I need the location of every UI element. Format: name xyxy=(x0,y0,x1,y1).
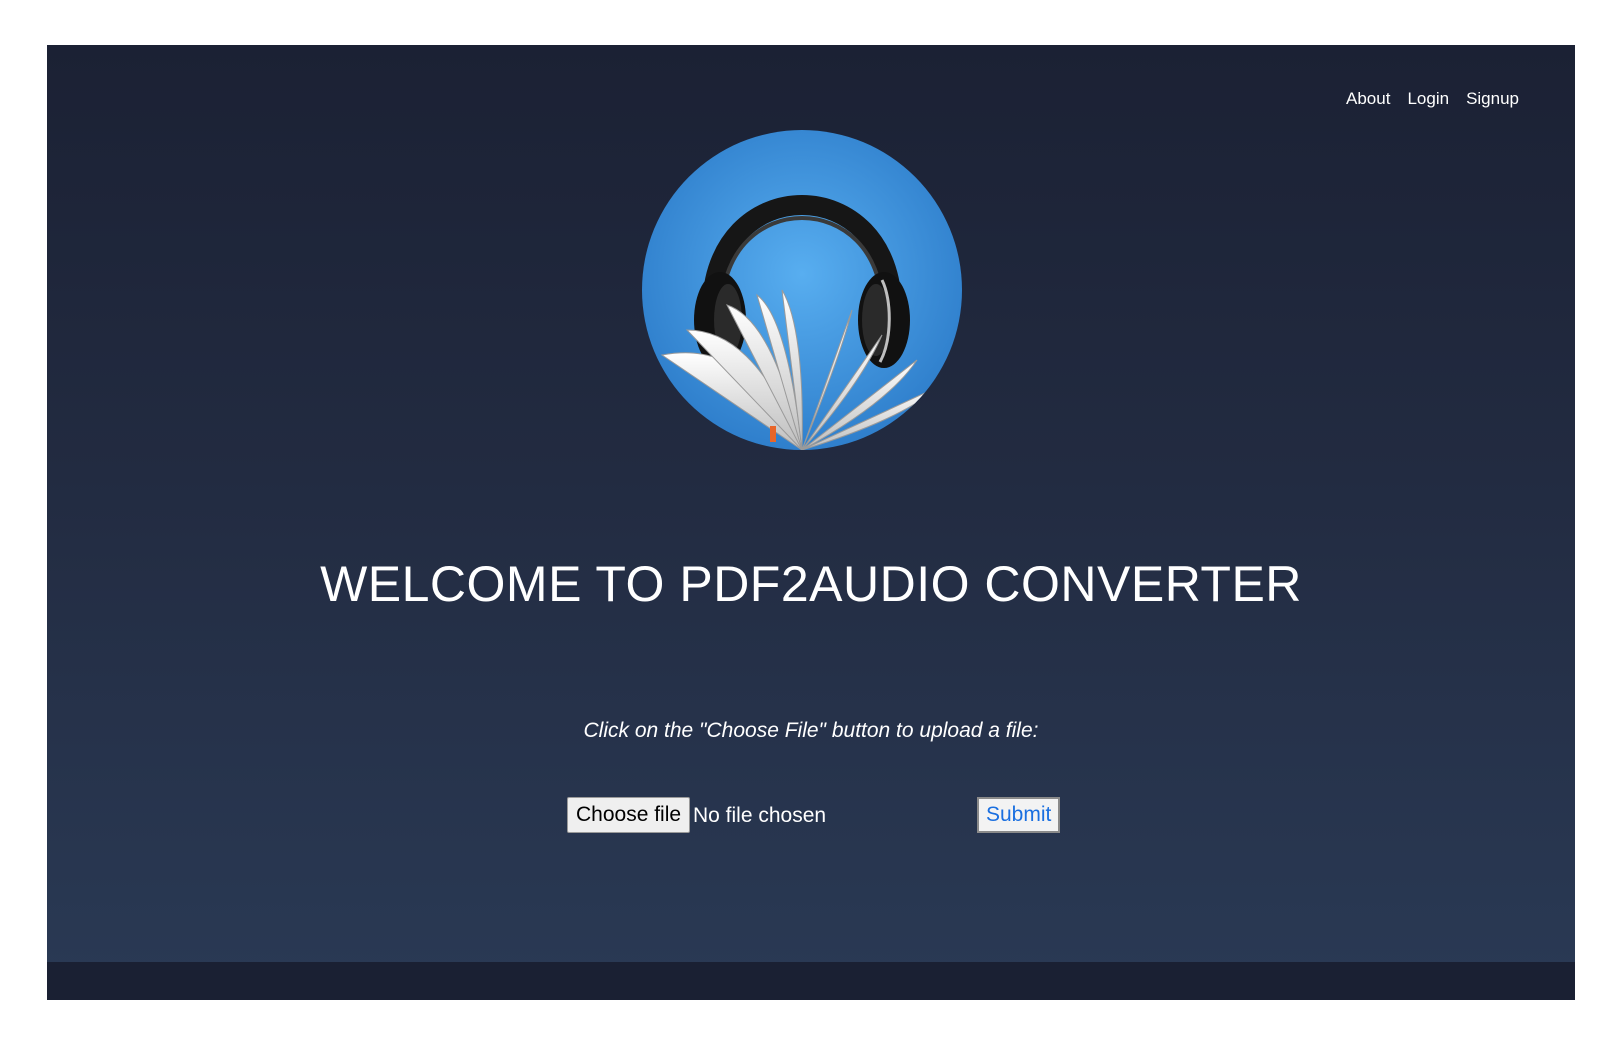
top-nav: About Login Signup xyxy=(1346,89,1519,109)
upload-form: Choose file No file chosen Submit xyxy=(567,797,1067,835)
choose-file-button[interactable]: Choose file xyxy=(567,797,691,833)
page-title: WELCOME TO PDF2AUDIO CONVERTER xyxy=(320,556,1302,612)
submit-button[interactable]: Submit xyxy=(977,797,1061,833)
nav-signup-link[interactable]: Signup xyxy=(1466,89,1519,109)
nav-about-link[interactable]: About xyxy=(1346,89,1390,109)
upload-instruction: Click on the "Choose File" button to upl… xyxy=(583,719,1039,742)
app-window: About Login Signup WELCOME TO PDF2AUDIO … xyxy=(47,45,1575,1000)
file-status-text: No file chosen xyxy=(693,804,827,827)
footer-bar xyxy=(47,962,1575,1000)
headphones-book-icon xyxy=(642,130,962,450)
nav-login-link[interactable]: Login xyxy=(1407,89,1449,109)
